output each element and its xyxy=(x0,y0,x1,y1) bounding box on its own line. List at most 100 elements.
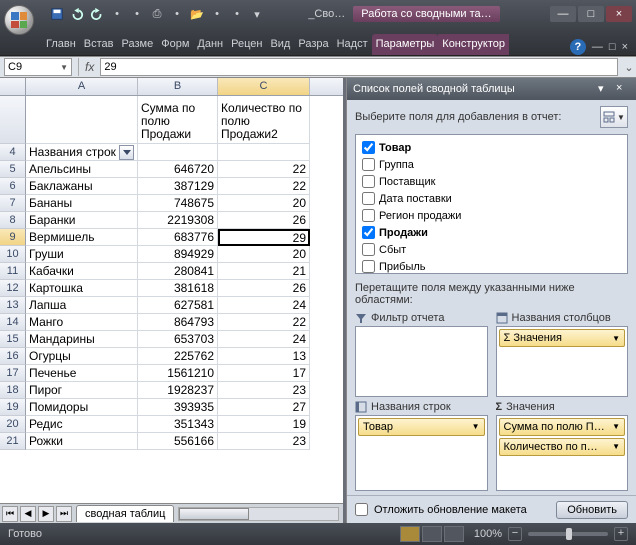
name-box[interactable]: C9 ▼ xyxy=(4,58,72,76)
worksheet-grid[interactable]: A B C Сумма по полю Продажи Количество п… xyxy=(0,78,346,523)
pivot-header-count[interactable]: Количество по полю Продажи2 xyxy=(218,96,310,144)
sheet-tab[interactable]: сводная таблиц xyxy=(76,505,174,522)
defer-update-checkbox[interactable] xyxy=(355,503,368,516)
hscroll-thumb[interactable] xyxy=(179,508,249,520)
table-row[interactable]: 10 Груши 894929 20 xyxy=(0,246,343,263)
sheet-prev-icon[interactable]: ◀ xyxy=(20,506,36,522)
cell-a[interactable]: Бананы xyxy=(26,195,138,212)
table-row[interactable]: 20 Редис 351343 19 xyxy=(0,416,343,433)
cell-b[interactable]: 351343 xyxy=(138,416,218,433)
zoom-level[interactable]: 100% xyxy=(474,528,502,540)
qat-icon-4[interactable]: • xyxy=(208,5,226,23)
table-row[interactable]: 7 Бананы 748675 20 xyxy=(0,195,343,212)
cell-a[interactable]: Груши xyxy=(26,246,138,263)
minimize-button[interactable]: — xyxy=(550,6,576,22)
tab-pivot-design[interactable]: Конструктор xyxy=(438,34,509,55)
open-icon[interactable]: 📂 xyxy=(188,5,206,23)
sheet-next-icon[interactable]: ▶ xyxy=(38,506,54,522)
cell-b[interactable]: 225762 xyxy=(138,348,218,365)
table-row[interactable]: 19 Помидоры 393935 27 xyxy=(0,399,343,416)
field-checkbox[interactable] xyxy=(362,226,375,239)
cell-b[interactable]: 2219308 xyxy=(138,212,218,229)
row-labels-filter-button[interactable] xyxy=(119,145,134,160)
zoom-in-button[interactable]: + xyxy=(614,527,628,541)
field-item[interactable]: Регион продажи xyxy=(360,207,623,224)
val-item-sum[interactable]: Сумма по полю П…▼ xyxy=(499,418,626,436)
maximize-button[interactable]: □ xyxy=(578,6,604,22)
tab-developer[interactable]: Разра xyxy=(294,34,332,55)
cell-c[interactable]: 22 xyxy=(218,314,310,331)
mdi-minimize-icon[interactable]: — xyxy=(592,41,603,53)
save-icon[interactable] xyxy=(48,5,66,23)
cell-a[interactable]: Картошка xyxy=(26,280,138,297)
view-page-layout-button[interactable] xyxy=(422,526,442,542)
cell-c[interactable]: 29 xyxy=(218,229,310,246)
tab-insert[interactable]: Встав xyxy=(80,34,118,55)
cell-b[interactable]: 280841 xyxy=(138,263,218,280)
cell-c[interactable]: 13 xyxy=(218,348,310,365)
office-button[interactable] xyxy=(4,5,34,35)
cell-c[interactable]: 26 xyxy=(218,280,310,297)
cell-a[interactable]: Мандарины xyxy=(26,331,138,348)
table-row[interactable]: 12 Картошка 381618 26 xyxy=(0,280,343,297)
cell-c[interactable]: 24 xyxy=(218,331,310,348)
tab-layout[interactable]: Разме xyxy=(118,34,158,55)
table-row[interactable]: 13 Лапша 627581 24 xyxy=(0,297,343,314)
zoom-out-button[interactable]: − xyxy=(508,527,522,541)
cell-c[interactable]: 27 xyxy=(218,399,310,416)
cell-b[interactable]: 1561210 xyxy=(138,365,218,382)
area-vals-box[interactable]: Сумма по полю П…▼ Количество по п…▼ xyxy=(496,415,629,492)
field-checkbox[interactable] xyxy=(362,158,375,171)
formula-expand-icon[interactable]: ⌄ xyxy=(622,61,636,74)
area-filter-box[interactable] xyxy=(355,326,488,397)
tab-data[interactable]: Данн xyxy=(193,34,227,55)
undo-icon[interactable] xyxy=(68,5,86,23)
cell-a[interactable]: Пирог xyxy=(26,382,138,399)
cell-a[interactable]: Рожки xyxy=(26,433,138,450)
cell-c[interactable]: 26 xyxy=(218,212,310,229)
cell-c[interactable]: 19 xyxy=(218,416,310,433)
tab-addins[interactable]: Надст xyxy=(333,34,372,55)
field-item[interactable]: Дата поставки xyxy=(360,190,623,207)
field-checkbox[interactable] xyxy=(362,175,375,188)
mdi-restore-icon[interactable]: □ xyxy=(609,41,616,53)
cell-b[interactable]: 646720 xyxy=(138,161,218,178)
fieldlist-layout-button[interactable]: ▼ xyxy=(600,106,628,128)
zoom-slider[interactable] xyxy=(528,532,608,536)
view-page-break-button[interactable] xyxy=(444,526,464,542)
cell-a[interactable]: Баклажаны xyxy=(26,178,138,195)
cell-b[interactable]: 381618 xyxy=(138,280,218,297)
redo-icon[interactable] xyxy=(88,5,106,23)
cell-a[interactable]: Печенье xyxy=(26,365,138,382)
area-rows-box[interactable]: Товар▼ xyxy=(355,415,488,492)
cell-b[interactable]: 894929 xyxy=(138,246,218,263)
field-item[interactable]: Сбыт xyxy=(360,241,623,258)
table-row[interactable]: 14 Манго 864793 22 xyxy=(0,314,343,331)
zoom-thumb[interactable] xyxy=(566,528,572,540)
tab-home[interactable]: Главн xyxy=(42,34,80,55)
table-row[interactable]: 17 Печенье 1561210 17 xyxy=(0,365,343,382)
table-row[interactable]: 15 Мандарины 653703 24 xyxy=(0,331,343,348)
horizontal-scrollbar[interactable] xyxy=(178,507,339,521)
cell-a[interactable]: Баранки xyxy=(26,212,138,229)
tab-formulas[interactable]: Форм xyxy=(157,34,193,55)
col-header-a[interactable]: A xyxy=(26,78,138,95)
cell-c[interactable]: 23 xyxy=(218,382,310,399)
sheet-first-icon[interactable]: ⏮ xyxy=(2,506,18,522)
print-icon[interactable]: ⎙ xyxy=(148,5,166,23)
field-checkbox[interactable] xyxy=(362,209,375,222)
table-row[interactable]: 18 Пирог 1928237 23 xyxy=(0,382,343,399)
cell-b[interactable]: 627581 xyxy=(138,297,218,314)
tab-view[interactable]: Вид xyxy=(266,34,294,55)
cell-c[interactable]: 23 xyxy=(218,433,310,450)
cell-a[interactable]: Вермишель xyxy=(26,229,138,246)
tab-pivot-options[interactable]: Параметры xyxy=(372,34,439,55)
col-item-values[interactable]: Σ Значения▼ xyxy=(499,329,626,347)
field-item[interactable]: Группа xyxy=(360,156,623,173)
fx-icon[interactable]: fx xyxy=(85,60,94,74)
field-item[interactable]: Товар xyxy=(360,139,623,156)
cell-a[interactable]: Апельсины xyxy=(26,161,138,178)
fieldlist-titlebar[interactable]: Список полей сводной таблицы ▾ × xyxy=(347,78,636,100)
tab-review[interactable]: Рецен xyxy=(227,34,266,55)
mdi-close-icon[interactable]: × xyxy=(622,41,628,53)
